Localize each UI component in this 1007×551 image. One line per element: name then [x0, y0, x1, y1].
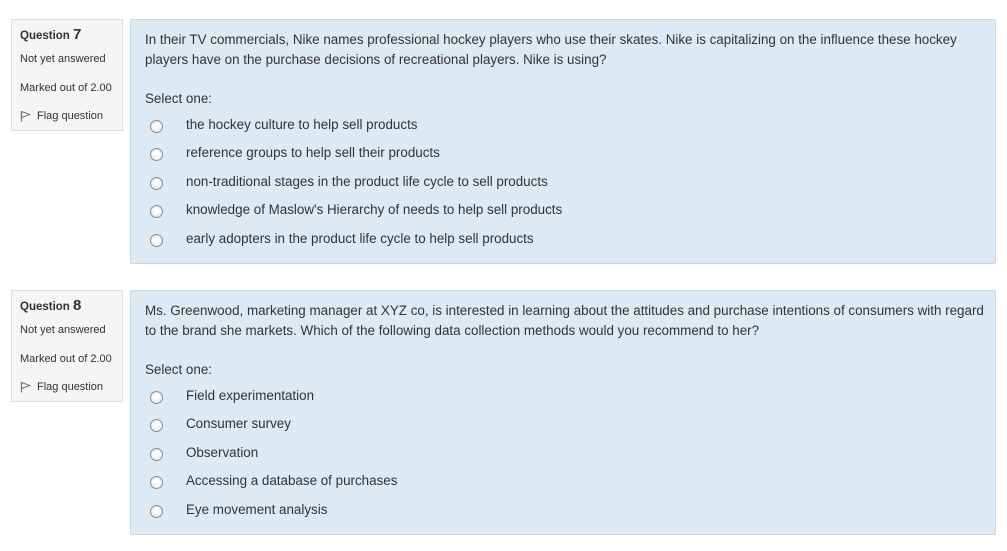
question-number-value: 7 — [73, 26, 82, 43]
radio-button[interactable] — [150, 148, 163, 162]
answer-option[interactable]: Consumer survey — [145, 410, 981, 439]
question-number: Question 7 — [20, 26, 82, 43]
question-info-7: Question 7 Not yet answered Marked out o… — [11, 19, 123, 131]
question-content-8: Ms. Greenwood, marketing manager at XYZ … — [130, 290, 996, 535]
question-info-8: Question 8 Not yet answered Marked out o… — [11, 290, 123, 402]
answer-label[interactable]: Eye movement analysis — [186, 502, 327, 517]
answer-label[interactable]: Accessing a database of purchases — [186, 473, 397, 488]
answer-option[interactable]: early adopters in the product life cycle… — [145, 224, 981, 253]
radio-button[interactable] — [150, 390, 163, 404]
question-content-7: In their TV commercials, Nike names prof… — [130, 19, 996, 264]
answer-option[interactable]: Field experimentation — [145, 381, 981, 410]
answer-label[interactable]: Consumer survey — [186, 416, 291, 431]
flag-question-label: Flag question — [37, 110, 104, 122]
flag-question-label: Flag question — [37, 381, 104, 393]
flag-question-button[interactable]: Flag question — [20, 381, 115, 393]
radio-button[interactable] — [150, 476, 163, 490]
radio-button[interactable] — [150, 119, 163, 133]
question-text: In their TV commercials, Nike names prof… — [145, 32, 957, 67]
answer-label[interactable]: early adopters in the product life cycle… — [186, 231, 534, 246]
answer-list: Field experimentation Consumer survey Ob… — [145, 381, 981, 524]
select-one-prompt: Select one: — [145, 362, 212, 377]
question-grade: Marked out of 2.00 — [20, 353, 112, 365]
answer-option[interactable]: Accessing a database of purchases — [145, 467, 981, 496]
answer-label[interactable]: reference groups to help sell their prod… — [186, 145, 440, 160]
question-number-value: 8 — [73, 297, 82, 314]
answer-option[interactable]: Observation — [145, 438, 981, 467]
flag-question-button[interactable]: Flag question — [20, 110, 115, 122]
flag-icon — [20, 381, 31, 393]
answer-label[interactable]: non-traditional stages in the product li… — [186, 174, 548, 189]
radio-button[interactable] — [150, 447, 163, 461]
answer-option[interactable]: non-traditional stages in the product li… — [145, 167, 981, 196]
answer-label[interactable]: Observation — [186, 445, 258, 460]
radio-button[interactable] — [150, 419, 163, 433]
question-state: Not yet answered — [20, 324, 106, 336]
answer-option[interactable]: knowledge of Maslow's Hierarchy of needs… — [145, 196, 981, 225]
flag-icon — [20, 110, 31, 122]
question-state: Not yet answered — [20, 53, 106, 65]
question-grade: Marked out of 2.00 — [20, 82, 112, 94]
radio-button[interactable] — [150, 205, 163, 219]
answer-label[interactable]: the hockey culture to help sell products — [186, 117, 418, 132]
radio-button[interactable] — [150, 504, 163, 518]
radio-button[interactable] — [150, 176, 163, 190]
question-number: Question 8 — [20, 297, 82, 314]
answer-list: the hockey culture to help sell products… — [145, 110, 981, 253]
question-text: Ms. Greenwood, marketing manager at XYZ … — [145, 303, 984, 338]
answer-label[interactable]: Field experimentation — [186, 388, 314, 403]
select-one-prompt: Select one: — [145, 91, 212, 106]
answer-option[interactable]: the hockey culture to help sell products — [145, 110, 981, 139]
answer-option[interactable]: Eye movement analysis — [145, 495, 981, 524]
radio-button[interactable] — [150, 233, 163, 247]
answer-label[interactable]: knowledge of Maslow's Hierarchy of needs… — [186, 202, 562, 217]
answer-option[interactable]: reference groups to help sell their prod… — [145, 139, 981, 168]
